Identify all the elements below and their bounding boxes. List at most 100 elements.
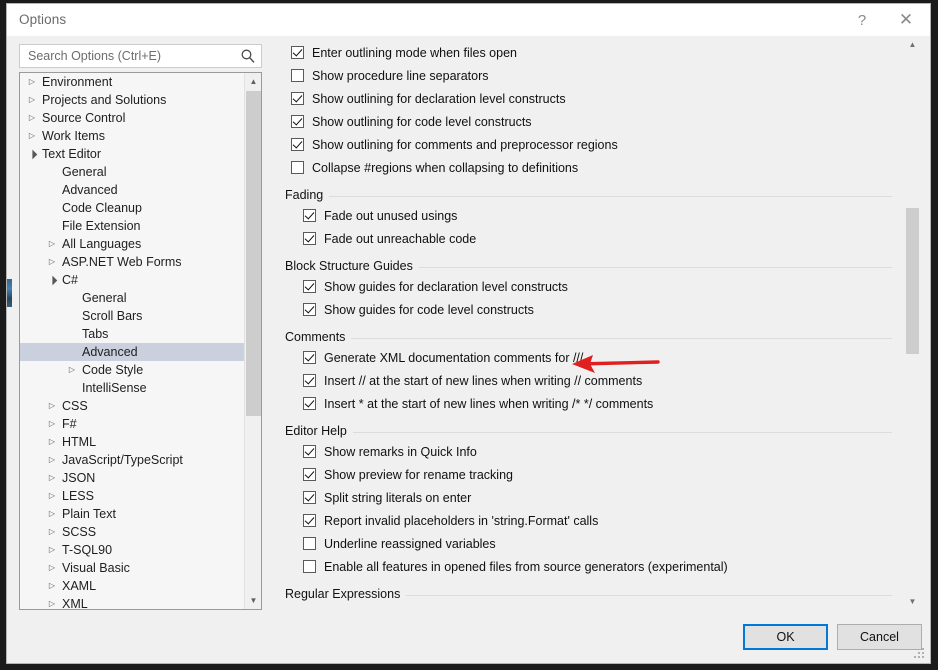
checkbox-unchecked[interactable]: [303, 560, 316, 573]
tree-item[interactable]: ◢ Text Editor: [20, 145, 244, 163]
chevron-right-icon[interactable]: ▷: [46, 505, 58, 523]
checkbox-checked[interactable]: [291, 46, 304, 59]
options-tree[interactable]: ▷ Environment ▷ Projects and Solutions ▷ Sour…: [19, 72, 262, 610]
chevron-right-icon[interactable]: ▷: [46, 595, 58, 609]
tree-item[interactable]: ▷ XAML: [20, 577, 244, 595]
checkbox-row[interactable]: Show outlining for declaration level con…: [273, 87, 904, 110]
checkbox-checked[interactable]: [303, 445, 316, 458]
tree-item[interactable]: ◢ C#: [20, 271, 244, 289]
chevron-right-icon[interactable]: ▷: [46, 451, 58, 469]
search-input[interactable]: [26, 48, 235, 64]
tree-item[interactable]: General: [20, 289, 244, 307]
chevron-right-icon[interactable]: ▷: [46, 415, 58, 433]
tree-item[interactable]: ▷ Projects and Solutions: [20, 91, 244, 109]
content-scroll-down-icon[interactable]: ▼: [904, 593, 921, 610]
chevron-right-icon[interactable]: ▷: [46, 541, 58, 559]
checkbox-checked[interactable]: [291, 92, 304, 105]
chevron-right-icon[interactable]: ▷: [26, 109, 38, 127]
chevron-right-icon[interactable]: ▷: [46, 469, 58, 487]
checkbox-row[interactable]: Enter outlining mode when files open: [273, 41, 904, 64]
tree-item[interactable]: ▷ Work Items: [20, 127, 244, 145]
checkbox-row[interactable]: Show guides for declaration level constr…: [285, 275, 892, 298]
chevron-right-icon[interactable]: ▷: [26, 91, 38, 109]
tree-item[interactable]: ▷ LESS: [20, 487, 244, 505]
tree-item[interactable]: ▷ XML: [20, 595, 244, 609]
checkbox-row[interactable]: Show procedure line separators: [273, 64, 904, 87]
checkbox-row[interactable]: Fade out unreachable code: [285, 227, 892, 250]
tree-item[interactable]: ▷ F#: [20, 415, 244, 433]
checkbox-checked[interactable]: [303, 303, 316, 316]
chevron-right-icon[interactable]: ▷: [26, 127, 38, 145]
checkbox-checked[interactable]: [291, 138, 304, 151]
tree-item[interactable]: ▷ Code Style: [20, 361, 244, 379]
checkbox-checked[interactable]: [303, 397, 316, 410]
checkbox-row[interactable]: Report invalid placeholders in 'string.F…: [285, 509, 892, 532]
tree-item[interactable]: Scroll Bars: [20, 307, 244, 325]
cancel-button[interactable]: Cancel: [837, 624, 922, 650]
tree-item[interactable]: ▷ CSS: [20, 397, 244, 415]
chevron-right-icon[interactable]: ▷: [46, 487, 58, 505]
tree-item[interactable]: ▷ Environment: [20, 73, 244, 91]
checkbox-row[interactable]: Show preview for rename tracking: [285, 463, 892, 486]
checkbox-checked[interactable]: [303, 280, 316, 293]
checkbox-row[interactable]: Show outlining for comments and preproce…: [273, 133, 904, 156]
resize-grip[interactable]: [914, 648, 926, 660]
search-box[interactable]: [19, 44, 262, 68]
tree-item[interactable]: ▷ T-SQL90: [20, 541, 244, 559]
tree-item[interactable]: Advanced: [20, 181, 244, 199]
chevron-right-icon[interactable]: ▷: [46, 577, 58, 595]
content-scroll-up-icon[interactable]: ▲: [904, 36, 921, 53]
checkbox-row[interactable]: Collapse #regions when collapsing to def…: [273, 156, 904, 179]
checkbox-row[interactable]: Split string literals on enter: [285, 486, 892, 509]
chevron-right-icon[interactable]: ▷: [46, 523, 58, 541]
scroll-down-icon[interactable]: ▼: [245, 592, 261, 609]
tree-item[interactable]: ▷ Visual Basic: [20, 559, 244, 577]
tree-item[interactable]: ▷ SCSS: [20, 523, 244, 541]
tree-item[interactable]: Code Cleanup: [20, 199, 244, 217]
checkbox-row[interactable]: Show remarks in Quick Info: [285, 440, 892, 463]
checkbox-checked[interactable]: [303, 351, 316, 364]
checkbox-row[interactable]: Insert // at the start of new lines when…: [285, 369, 892, 392]
checkbox-row[interactable]: Generate XML documentation comments for …: [285, 346, 892, 369]
help-icon[interactable]: ?: [842, 4, 882, 36]
close-icon[interactable]: ✕: [886, 4, 926, 36]
checkbox-checked[interactable]: [303, 232, 316, 245]
chevron-right-icon[interactable]: ▷: [46, 433, 58, 451]
checkbox-unchecked[interactable]: [303, 537, 316, 550]
ok-button[interactable]: OK: [743, 624, 828, 650]
checkbox-checked[interactable]: [303, 491, 316, 504]
chevron-right-icon[interactable]: ▷: [46, 235, 58, 253]
chevron-right-icon[interactable]: ▷: [66, 361, 78, 379]
chevron-right-icon[interactable]: ▷: [46, 253, 58, 271]
checkbox-unchecked[interactable]: [291, 161, 304, 174]
tree-item[interactable]: ▷ JavaScript/TypeScript: [20, 451, 244, 469]
checkbox-row[interactable]: Underline reassigned variables: [285, 532, 892, 555]
checkbox-checked[interactable]: [303, 468, 316, 481]
checkbox-checked[interactable]: [303, 209, 316, 222]
tree-item[interactable]: File Extension: [20, 217, 244, 235]
tree-item[interactable]: IntelliSense: [20, 379, 244, 397]
chevron-right-icon[interactable]: ▷: [46, 397, 58, 415]
tree-item[interactable]: ▷ Plain Text: [20, 505, 244, 523]
tree-item[interactable]: ▷ All Languages: [20, 235, 244, 253]
tree-item[interactable]: General: [20, 163, 244, 181]
checkbox-checked[interactable]: [291, 115, 304, 128]
content-scrollbar[interactable]: ▲ ▼: [904, 36, 921, 610]
tree-item[interactable]: ▷ Source Control: [20, 109, 244, 127]
tree-scrollbar-thumb[interactable]: [246, 91, 261, 416]
checkbox-checked[interactable]: [303, 374, 316, 387]
tree-item[interactable]: ▷ HTML: [20, 433, 244, 451]
chevron-down-icon[interactable]: ◢: [41, 269, 62, 290]
scroll-up-icon[interactable]: ▲: [245, 73, 261, 90]
tree-item[interactable]: Tabs: [20, 325, 244, 343]
chevron-right-icon[interactable]: ▷: [26, 73, 38, 91]
checkbox-row[interactable]: Enable all features in opened files from…: [285, 555, 892, 578]
checkbox-unchecked[interactable]: [291, 69, 304, 82]
tree-item[interactable]: Advanced: [20, 343, 244, 361]
content-scrollbar-thumb[interactable]: [906, 208, 919, 354]
checkbox-row[interactable]: Insert * at the start of new lines when …: [285, 392, 892, 415]
checkbox-row[interactable]: Show outlining for code level constructs: [273, 110, 904, 133]
checkbox-row[interactable]: Show guides for code level constructs: [285, 298, 892, 321]
checkbox-checked[interactable]: [303, 514, 316, 527]
tree-item[interactable]: ▷ JSON: [20, 469, 244, 487]
